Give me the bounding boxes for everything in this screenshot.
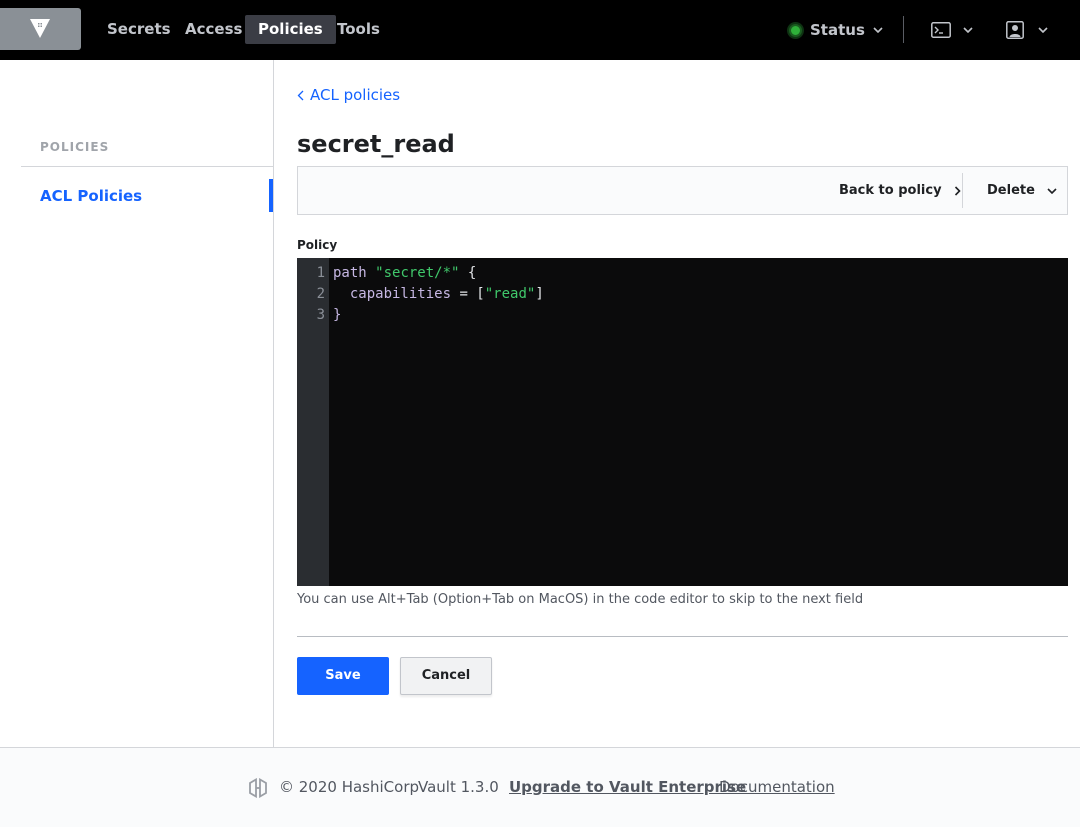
vault-logo-icon[interactable]	[0, 8, 81, 50]
code-token: "secret/*"	[375, 265, 460, 281]
sidebar: POLICIES ACL Policies	[0, 60, 274, 747]
documentation-link[interactable]: Documentation	[719, 778, 835, 796]
chevron-down-icon	[1038, 27, 1048, 33]
nav-policies[interactable]: Policies	[245, 15, 336, 44]
code-token: "read"	[484, 286, 536, 302]
line-number: 3	[316, 307, 325, 323]
back-to-policy-label: Back to policy	[839, 183, 942, 198]
code-token: {	[459, 265, 477, 281]
top-nav: Secrets Access Policies Tools Status	[0, 0, 1080, 60]
status-dot-icon	[789, 23, 802, 37]
nav-secrets[interactable]: Secrets	[94, 15, 184, 44]
policy-field-label: Policy	[297, 238, 338, 252]
sidebar-item-acl-policies[interactable]: ACL Policies	[40, 187, 142, 205]
page-edge	[1080, 0, 1091, 827]
page-title: secret_read	[297, 130, 455, 158]
chevron-down-icon	[873, 27, 883, 33]
footer-version: Vault 1.3.0	[418, 778, 499, 796]
status-label: Status	[810, 21, 865, 39]
cancel-button[interactable]: Cancel	[400, 657, 492, 695]
sidebar-heading: POLICIES	[40, 140, 110, 154]
user-menu-button[interactable]	[1006, 19, 1048, 41]
footer: © 2020 HashiCorp Vault 1.3.0 Upgrade to …	[0, 748, 1080, 827]
breadcrumb-link[interactable]: ACL policies	[310, 86, 400, 104]
form-divider	[297, 636, 1068, 637]
delete-label: Delete	[987, 183, 1035, 198]
sidebar-divider	[21, 166, 273, 167]
chevron-left-icon	[297, 90, 304, 100]
status-menu[interactable]: Status	[789, 19, 883, 41]
chevron-right-icon	[954, 185, 961, 196]
footer-copyright: © 2020 HashiCorp	[279, 778, 420, 796]
code-token: }	[333, 307, 342, 323]
upgrade-link[interactable]: Upgrade to Vault Enterprise	[509, 778, 746, 796]
editor-help-text: You can use Alt+Tab (Option+Tab on MacOS…	[297, 592, 864, 607]
active-indicator	[269, 179, 273, 212]
nav-divider	[903, 16, 904, 43]
line-number: 2	[316, 286, 325, 302]
delete-menu-button[interactable]: Delete	[987, 183, 1057, 198]
code-token: capabilities	[333, 286, 460, 302]
console-button[interactable]	[931, 19, 973, 41]
hashicorp-logo-icon	[249, 778, 267, 798]
user-square-icon	[1006, 21, 1024, 39]
policy-code-editor[interactable]: 1 path "secret/*" {2 capabilities = ["rea…	[297, 258, 1068, 586]
line-number: 1	[316, 265, 325, 281]
code-token: = [	[459, 286, 485, 302]
nav-tools[interactable]: Tools	[324, 15, 393, 44]
save-button[interactable]: Save	[297, 657, 389, 695]
breadcrumb[interactable]: ACL policies	[297, 86, 400, 104]
code-token: ]	[535, 286, 544, 302]
back-to-policy-button[interactable]: Back to policy	[839, 183, 961, 198]
terminal-icon	[931, 22, 951, 38]
chevron-down-icon	[1047, 187, 1057, 194]
nav-access[interactable]: Access	[172, 15, 255, 44]
code-token: path	[333, 265, 376, 281]
toolbar: Back to policy Delete	[297, 166, 1068, 215]
code-text: path "secret/*" {	[333, 263, 476, 284]
code-text: }	[333, 305, 341, 326]
chevron-down-icon	[963, 27, 973, 33]
code-text: capabilities = ["read"]	[333, 284, 544, 305]
toolbar-divider	[962, 173, 963, 208]
